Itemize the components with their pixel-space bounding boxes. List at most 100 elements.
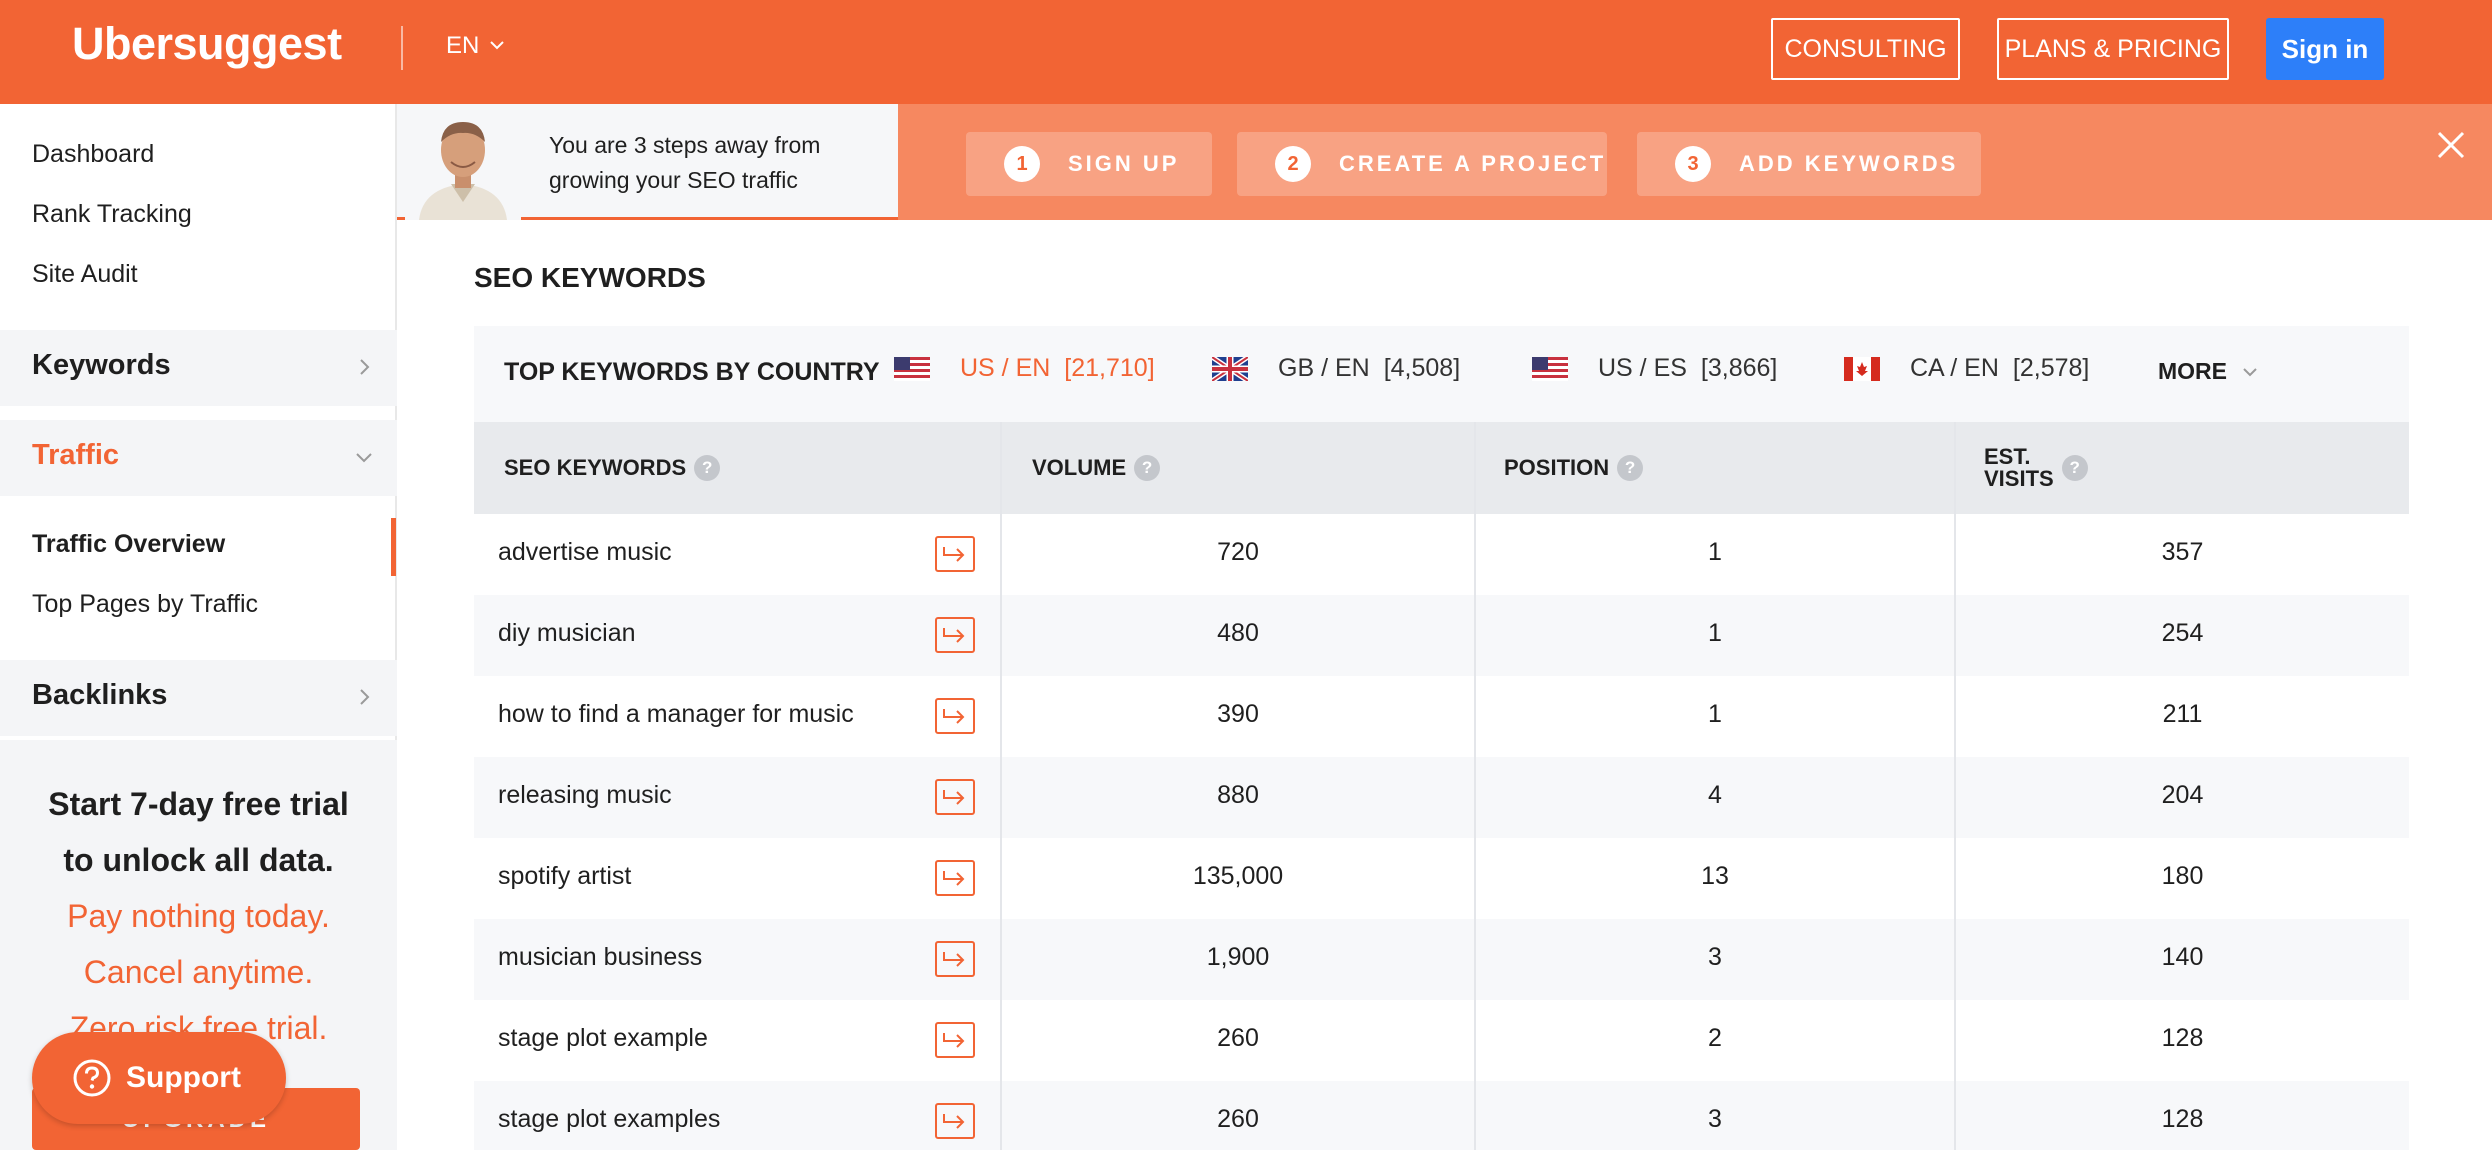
onboarding-banner: You are 3 steps away from growing your S… (397, 104, 2492, 220)
country-code: US / ES (1598, 354, 1687, 382)
keyword-cell[interactable]: stage plot example (498, 1024, 708, 1053)
plans-pricing-button[interactable]: PLANS & PRICING (1997, 18, 2229, 80)
ca-flag-icon (1844, 356, 1880, 381)
open-keyword-icon[interactable] (935, 860, 975, 896)
consulting-button[interactable]: CONSULTING (1771, 18, 1960, 80)
language-selector[interactable]: EN (446, 32, 479, 60)
keyword-cell[interactable]: musician business (498, 943, 702, 972)
volume-cell: 390 (1217, 700, 1259, 728)
keyword-cell[interactable]: releasing music (498, 781, 672, 810)
position-cell: 1 (1708, 538, 1722, 566)
support-button[interactable]: Support (32, 1032, 286, 1124)
visits-cell: 254 (2161, 619, 2204, 647)
chevron-down-icon (356, 453, 372, 463)
volume-cell: 480 (1217, 619, 1259, 647)
more-label: MORE (2158, 358, 2227, 384)
volume-cell: 1,900 (1206, 943, 1270, 971)
sidebar-item-rank-tracking[interactable]: Rank Tracking (32, 200, 192, 229)
us-flag-icon (1532, 356, 1568, 381)
table-row[interactable]: diy musician 480 1 254 (474, 595, 2409, 676)
help-icon[interactable]: ? (1617, 455, 1644, 481)
open-keyword-icon[interactable] (935, 779, 975, 815)
column-header-volume[interactable]: VOLUME ? (1032, 422, 1161, 514)
keyword-cell[interactable]: stage plot examples (498, 1105, 720, 1134)
ubersuggest-logo[interactable]: Ubersuggest (72, 18, 342, 70)
keyword-cell[interactable]: how to find a manager for music (498, 700, 854, 729)
country-tab-ca-en[interactable]: CA / EN [2,578] (1844, 354, 2089, 383)
table-row[interactable]: how to find a manager for music 390 1 21… (474, 676, 2409, 757)
trial-text: Pay nothing today. (67, 898, 330, 934)
country-code: US / EN (960, 354, 1051, 382)
table-row[interactable]: stage plot example 260 2 128 (474, 1000, 2409, 1081)
country-code: GB / EN (1278, 354, 1370, 382)
table-row[interactable]: advertise music 720 1 357 (474, 514, 2409, 595)
country-count: [21,710] (1064, 354, 1155, 382)
header-divider (401, 26, 403, 70)
open-keyword-icon[interactable] (935, 536, 975, 572)
column-header-label: EST. VISITS (1984, 446, 2054, 490)
chevron-right-icon (360, 359, 370, 375)
country-count: [4,508] (1383, 354, 1461, 382)
open-keyword-icon[interactable] (935, 1103, 975, 1139)
sidebar-section-backlinks[interactable]: Backlinks (0, 660, 397, 736)
step-sign-up-button[interactable]: 1 SIGN UP (966, 132, 1212, 196)
country-tab-gb-en[interactable]: GB / EN [4,508] (1212, 354, 1460, 383)
banner-intro: You are 3 steps away from growing your S… (397, 104, 898, 220)
open-keyword-icon[interactable] (935, 941, 975, 977)
banner-message: You are 3 steps away from growing your S… (549, 128, 820, 198)
position-cell: 3 (1708, 943, 1722, 971)
banner-message-line: You are 3 steps away from (549, 132, 821, 158)
country-tab-us-en[interactable]: US / EN [21,710] (894, 354, 1155, 383)
sidebar-item-top-pages[interactable]: Top Pages by Traffic (32, 590, 258, 619)
column-divider (1474, 422, 1476, 1150)
sidebar-section-label: Keywords (32, 349, 171, 381)
sidebar-section-keywords[interactable]: Keywords (0, 330, 397, 406)
chevron-right-icon (360, 689, 370, 705)
volume-cell: 880 (1217, 781, 1259, 809)
open-keyword-icon[interactable] (935, 698, 975, 734)
step-create-project-button[interactable]: 2 CREATE A PROJECT (1237, 132, 1607, 196)
sidebar-section-label: Backlinks (32, 679, 168, 711)
help-icon[interactable]: ? (1134, 455, 1161, 481)
step-add-keywords-button[interactable]: 3 ADD KEYWORDS (1637, 132, 1981, 196)
volume-cell: 135,000 (1192, 862, 1284, 890)
column-header-keyword[interactable]: SEO KEYWORDS ? (504, 422, 721, 514)
column-header-est-visits[interactable]: EST. VISITS ? (1984, 422, 2088, 514)
visits-cell: 211 (2162, 700, 2203, 728)
keyword-cell[interactable]: diy musician (498, 619, 636, 648)
help-icon[interactable]: ? (694, 455, 721, 481)
sidebar-item-dashboard[interactable]: Dashboard (32, 140, 154, 169)
keyword-cell[interactable]: advertise music (498, 538, 672, 567)
visits-cell: 180 (2161, 862, 2204, 890)
open-keyword-icon[interactable] (935, 1022, 975, 1058)
country-filter-title: TOP KEYWORDS BY COUNTRY (504, 358, 880, 386)
step-number: 1 (1004, 146, 1040, 182)
close-icon[interactable] (2436, 130, 2466, 160)
volume-cell: 720 (1217, 538, 1259, 566)
help-icon[interactable]: ? (2061, 455, 2088, 481)
more-countries-dropdown[interactable]: MORE (2158, 358, 2259, 385)
table-row[interactable]: releasing music 880 4 204 (474, 757, 2409, 838)
column-header-position[interactable]: POSITION ? (1504, 422, 1644, 514)
sidebar-section-traffic[interactable]: Traffic (0, 420, 397, 496)
sidebar-item-site-audit[interactable]: Site Audit (32, 260, 138, 289)
country-tab-us-es[interactable]: US / ES [3,866] (1532, 354, 1777, 383)
column-header-label: SEO KEYWORDS (504, 455, 687, 480)
keywords-table-header: SEO KEYWORDS ? VOLUME ? POSITION ? EST. … (474, 422, 2409, 514)
sidebar-item-traffic-overview[interactable]: Traffic Overview (32, 530, 225, 559)
help-circle-icon (73, 1059, 111, 1097)
trial-heading: Start 7-day free trial (48, 786, 349, 822)
table-row[interactable]: stage plot examples 260 3 128 (474, 1081, 2409, 1150)
open-keyword-icon[interactable] (935, 617, 975, 653)
sign-in-button[interactable]: Sign in (2266, 18, 2384, 80)
position-cell: 1 (1708, 700, 1722, 728)
step-number: 2 (1275, 146, 1311, 182)
table-row[interactable]: musician business 1,900 3 140 (474, 919, 2409, 1000)
trial-heading: to unlock all data. (63, 842, 334, 878)
table-row[interactable]: spotify artist 135,000 13 180 (474, 838, 2409, 919)
chevron-down-icon[interactable] (490, 38, 504, 52)
position-cell: 4 (1708, 781, 1722, 809)
keyword-cell[interactable]: spotify artist (498, 862, 631, 891)
gb-flag-icon (1212, 356, 1248, 381)
volume-cell: 260 (1217, 1105, 1259, 1133)
